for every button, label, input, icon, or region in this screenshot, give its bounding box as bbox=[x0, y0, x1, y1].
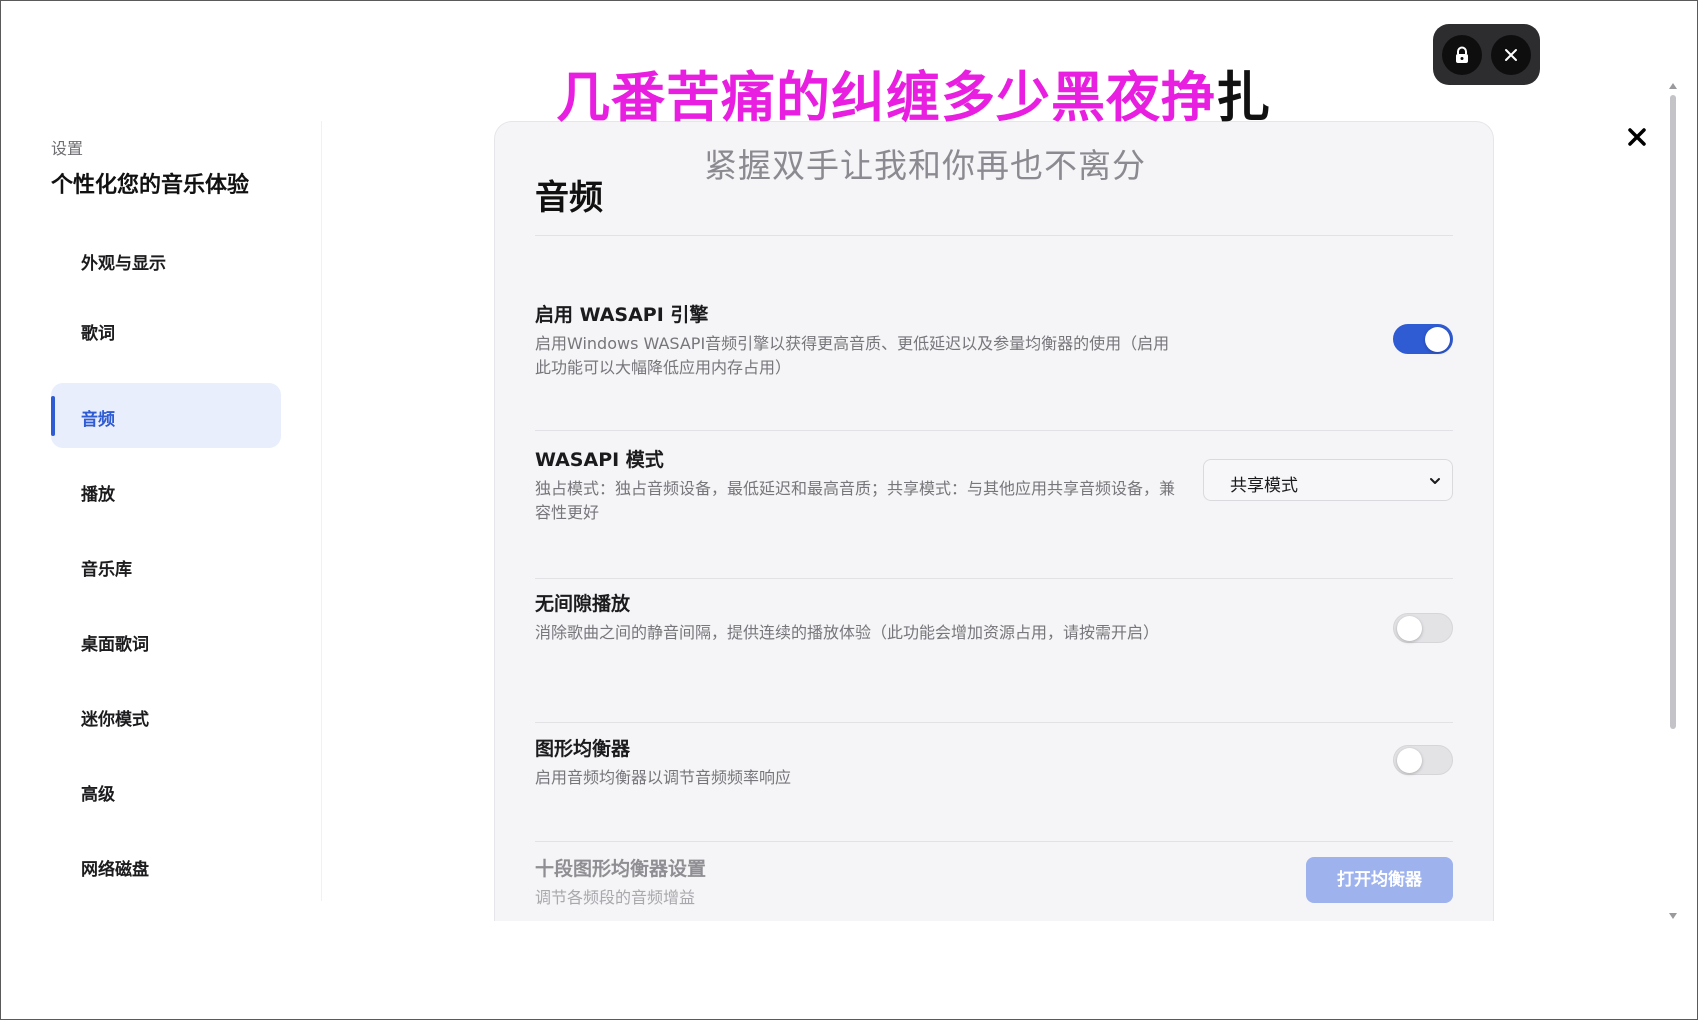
sidebar-item-lyrics[interactable]: 歌词 bbox=[51, 297, 281, 362]
sidebar-item-playback[interactable]: 播放 bbox=[51, 458, 281, 523]
divider bbox=[535, 235, 1453, 236]
sidebar-kicker: 设置 bbox=[51, 139, 84, 158]
sidebar-item-desktop-lyrics[interactable]: 桌面歌词 bbox=[51, 608, 281, 673]
scrollbar[interactable] bbox=[1667, 81, 1679, 921]
sidebar-item-label: 高级 bbox=[81, 785, 115, 805]
setting-title: 无间隙播放 bbox=[535, 593, 631, 615]
close-lyrics-button[interactable] bbox=[1491, 35, 1531, 75]
sidebar-item-label: 歌词 bbox=[81, 324, 115, 344]
sidebar-item-mini-mode[interactable]: 迷你模式 bbox=[51, 683, 281, 748]
scrollbar-thumb[interactable] bbox=[1670, 95, 1676, 729]
divider bbox=[535, 578, 1453, 579]
sidebar-item-label: 音频 bbox=[81, 410, 115, 430]
select-value: 共享模式 bbox=[1230, 476, 1298, 496]
setting-title: WASAPI 模式 bbox=[535, 449, 664, 471]
setting-title: 图形均衡器 bbox=[535, 738, 631, 760]
toggle-knob bbox=[1397, 616, 1422, 641]
setting-row-gapless: 无间隙播放 消除歌曲之间的静音间隔，提供连续的播放体验（此功能会增加资源占用，请… bbox=[535, 589, 1453, 734]
gapless-toggle[interactable] bbox=[1393, 613, 1453, 643]
sidebar-item-label: 播放 bbox=[81, 485, 115, 505]
setting-row-eq-settings: 十段图形均衡器设置 调节各频段的音频增益 打开均衡器 bbox=[535, 854, 1453, 921]
settings-window: 设置 个性化您的音乐体验 外观与显示 歌词 音频 播放 音乐库 桌面歌词 迷你模… bbox=[0, 0, 1698, 1020]
divider bbox=[535, 841, 1453, 842]
lyric-unsung-part: 扎 bbox=[1216, 66, 1271, 129]
toggle-knob bbox=[1397, 748, 1422, 773]
sidebar-item-label: 桌面歌词 bbox=[81, 635, 149, 655]
close-icon bbox=[1505, 49, 1517, 61]
scroll-up-arrow-icon[interactable] bbox=[1669, 83, 1677, 89]
lock-lyrics-button[interactable] bbox=[1442, 35, 1482, 75]
sidebar-item-music-library[interactable]: 音乐库 bbox=[51, 533, 281, 598]
setting-row-graphic-eq: 图形均衡器 启用音频均衡器以调节音频频率响应 bbox=[535, 734, 1453, 854]
sidebar-item-label: 迷你模式 bbox=[81, 710, 149, 730]
lyric-sung-part: 几番苦痛的纠缠多少黑夜挣 bbox=[556, 66, 1216, 129]
setting-description: 消除歌曲之间的静音间隔，提供连续的播放体验（此功能会增加资源占用，请按需开启） bbox=[535, 623, 1160, 642]
setting-description: 独占模式：独占音频设备，最低延迟和最高音质；共享模式：与其他应用共享音频设备，兼… bbox=[535, 479, 1176, 522]
sidebar-item-network-disk[interactable]: 网络磁盘 bbox=[51, 833, 281, 898]
sidebar-title: 个性化您的音乐体验 bbox=[51, 173, 250, 198]
divider bbox=[535, 430, 1453, 431]
sidebar-item-label: 音乐库 bbox=[81, 560, 132, 580]
setting-title: 启用 WASAPI 引擎 bbox=[535, 304, 709, 326]
scroll-down-arrow-icon[interactable] bbox=[1669, 913, 1677, 919]
sidebar-item-appearance[interactable]: 外观与显示 bbox=[51, 227, 281, 292]
sidebar-item-label: 网络磁盘 bbox=[81, 860, 149, 880]
lock-icon bbox=[1456, 46, 1468, 63]
sidebar-item-label: 外观与显示 bbox=[81, 254, 166, 274]
audio-settings-card: 音频 启用 WASAPI 引擎 启用Windows WASAPI音频引擎以获得更… bbox=[494, 121, 1494, 921]
chevron-down-icon bbox=[1430, 478, 1440, 484]
sidebar-item-advanced[interactable]: 高级 bbox=[51, 758, 281, 823]
graphic-eq-toggle[interactable] bbox=[1393, 745, 1453, 775]
active-indicator bbox=[51, 396, 55, 436]
setting-title: 十段图形均衡器设置 bbox=[535, 858, 707, 880]
settings-sidebar: 设置 个性化您的音乐体验 外观与显示 歌词 音频 播放 音乐库 桌面歌词 迷你模… bbox=[1, 121, 322, 901]
open-equalizer-button[interactable]: 打开均衡器 bbox=[1306, 857, 1453, 903]
setting-row-wasapi-mode: WASAPI 模式 独占模式：独占音频设备，最低延迟和最高音质；共享模式：与其他… bbox=[535, 445, 1453, 590]
section-title: 音频 bbox=[535, 178, 603, 218]
toggle-knob bbox=[1425, 327, 1450, 352]
setting-description: 启用Windows WASAPI音频引擎以获得更高音质、更低延迟以及参量均衡器的… bbox=[535, 334, 1170, 377]
setting-row-wasapi-engine: 启用 WASAPI 引擎 启用Windows WASAPI音频引擎以获得更高音质… bbox=[535, 300, 1453, 432]
sidebar-item-audio[interactable]: 音频 bbox=[51, 383, 281, 448]
setting-description: 启用音频均衡器以调节音频频率响应 bbox=[535, 768, 792, 787]
setting-description: 调节各频段的音频增益 bbox=[535, 888, 696, 907]
divider bbox=[535, 722, 1453, 723]
wasapi-engine-toggle[interactable] bbox=[1393, 324, 1453, 354]
lyric-line-current: 几番苦痛的纠缠多少黑夜挣扎 bbox=[556, 53, 1271, 132]
lyric-controls bbox=[1433, 24, 1540, 85]
close-icon[interactable] bbox=[1623, 123, 1651, 151]
wasapi-mode-select[interactable]: 共享模式 bbox=[1203, 459, 1453, 501]
lyric-line-next: 紧握双手让我和你再也不离分 bbox=[704, 146, 1146, 185]
